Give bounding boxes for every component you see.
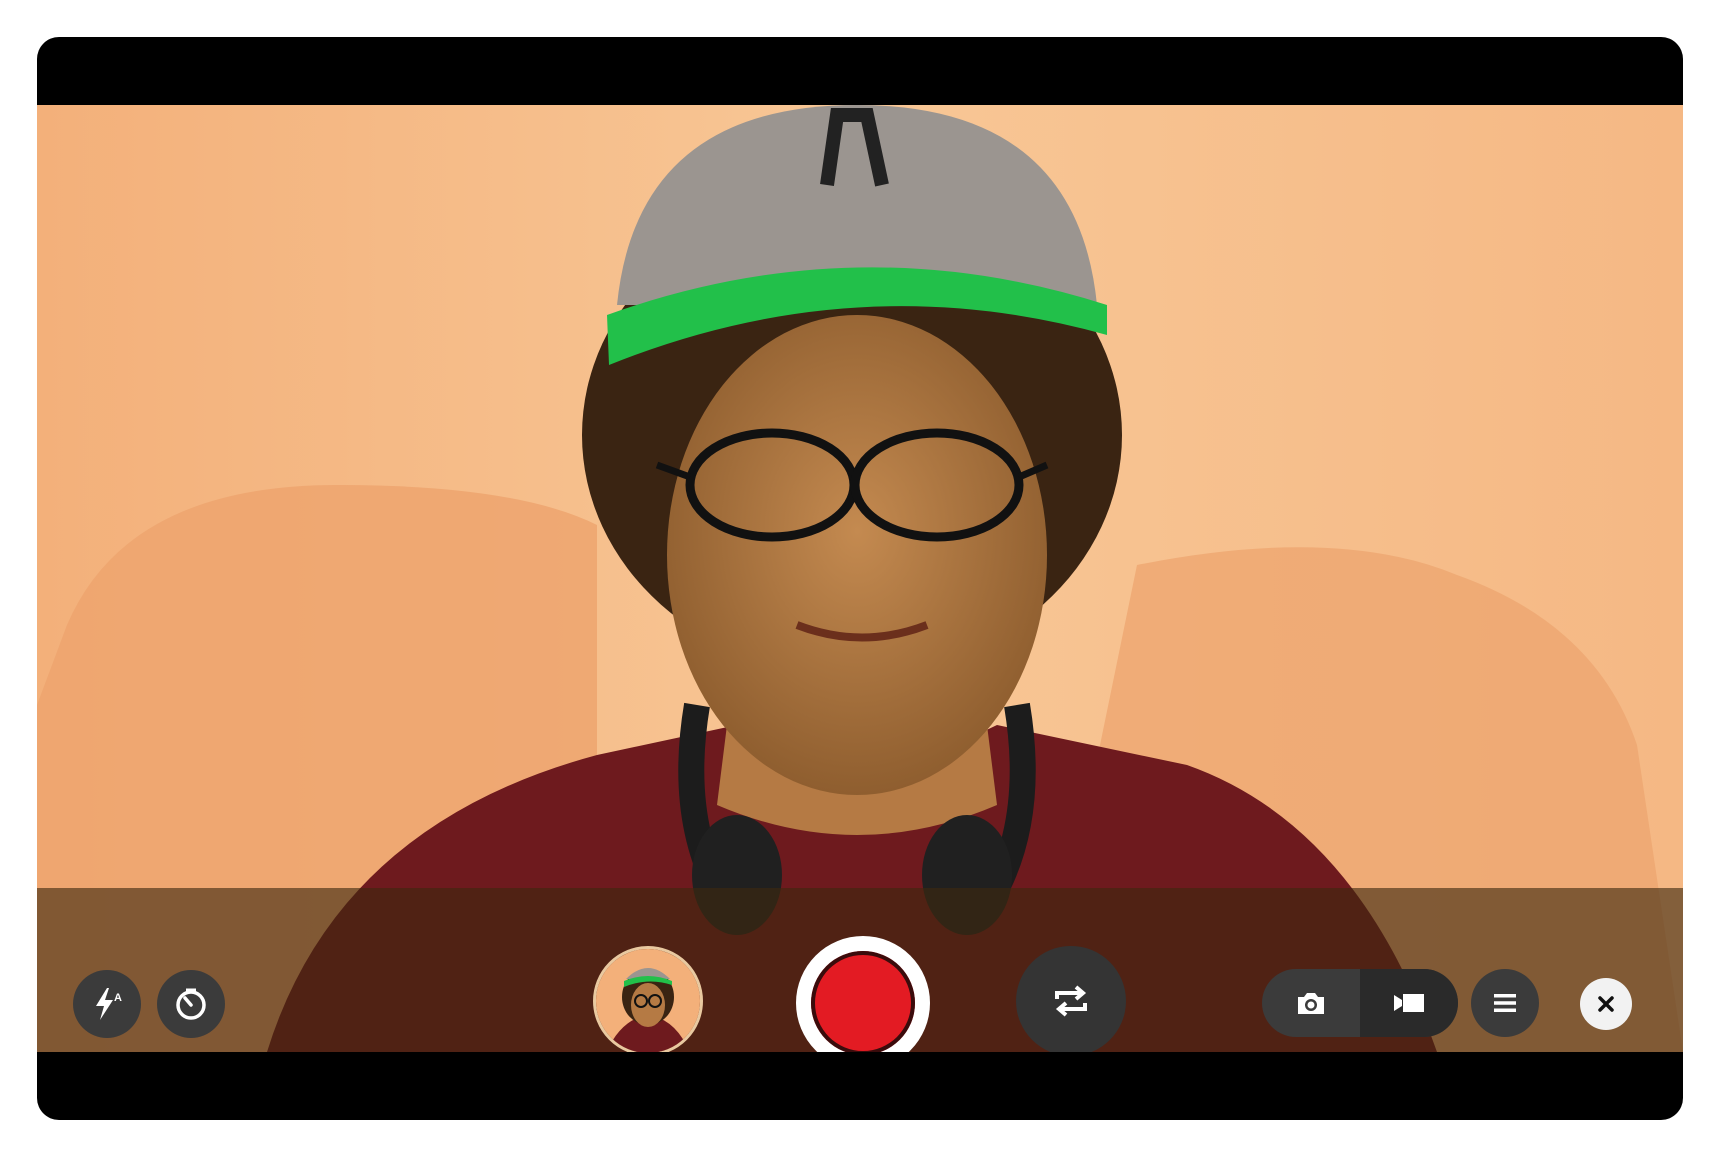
photo-mode-button[interactable] <box>1262 969 1360 1037</box>
flash-auto-button[interactable]: A <box>73 970 141 1038</box>
timer-button[interactable] <box>157 970 225 1038</box>
close-icon <box>1598 996 1614 1012</box>
hamburger-menu-icon <box>1494 994 1516 1012</box>
gallery-thumbnail[interactable] <box>593 946 703 1052</box>
close-button[interactable] <box>1580 978 1632 1030</box>
record-indicator <box>811 951 915 1052</box>
video-icon <box>1394 994 1424 1012</box>
camera-icon <box>1298 993 1324 1014</box>
video-mode-button[interactable] <box>1360 969 1458 1037</box>
svg-text:A: A <box>114 992 122 1004</box>
flash-auto-icon: A <box>96 988 122 1020</box>
switch-camera-button[interactable] <box>1016 946 1126 1052</box>
menu-button[interactable] <box>1471 969 1539 1037</box>
switch-camera-icon <box>1055 985 1087 1017</box>
camera-window: A <box>37 37 1683 1120</box>
timer-icon <box>176 988 206 1020</box>
viewfinder[interactable]: A <box>37 105 1683 1052</box>
camera-control-bar: A <box>37 888 1683 1052</box>
gallery-thumbnail-image <box>596 949 700 1052</box>
record-button[interactable] <box>796 936 930 1052</box>
capture-mode-toggle <box>1262 969 1458 1037</box>
